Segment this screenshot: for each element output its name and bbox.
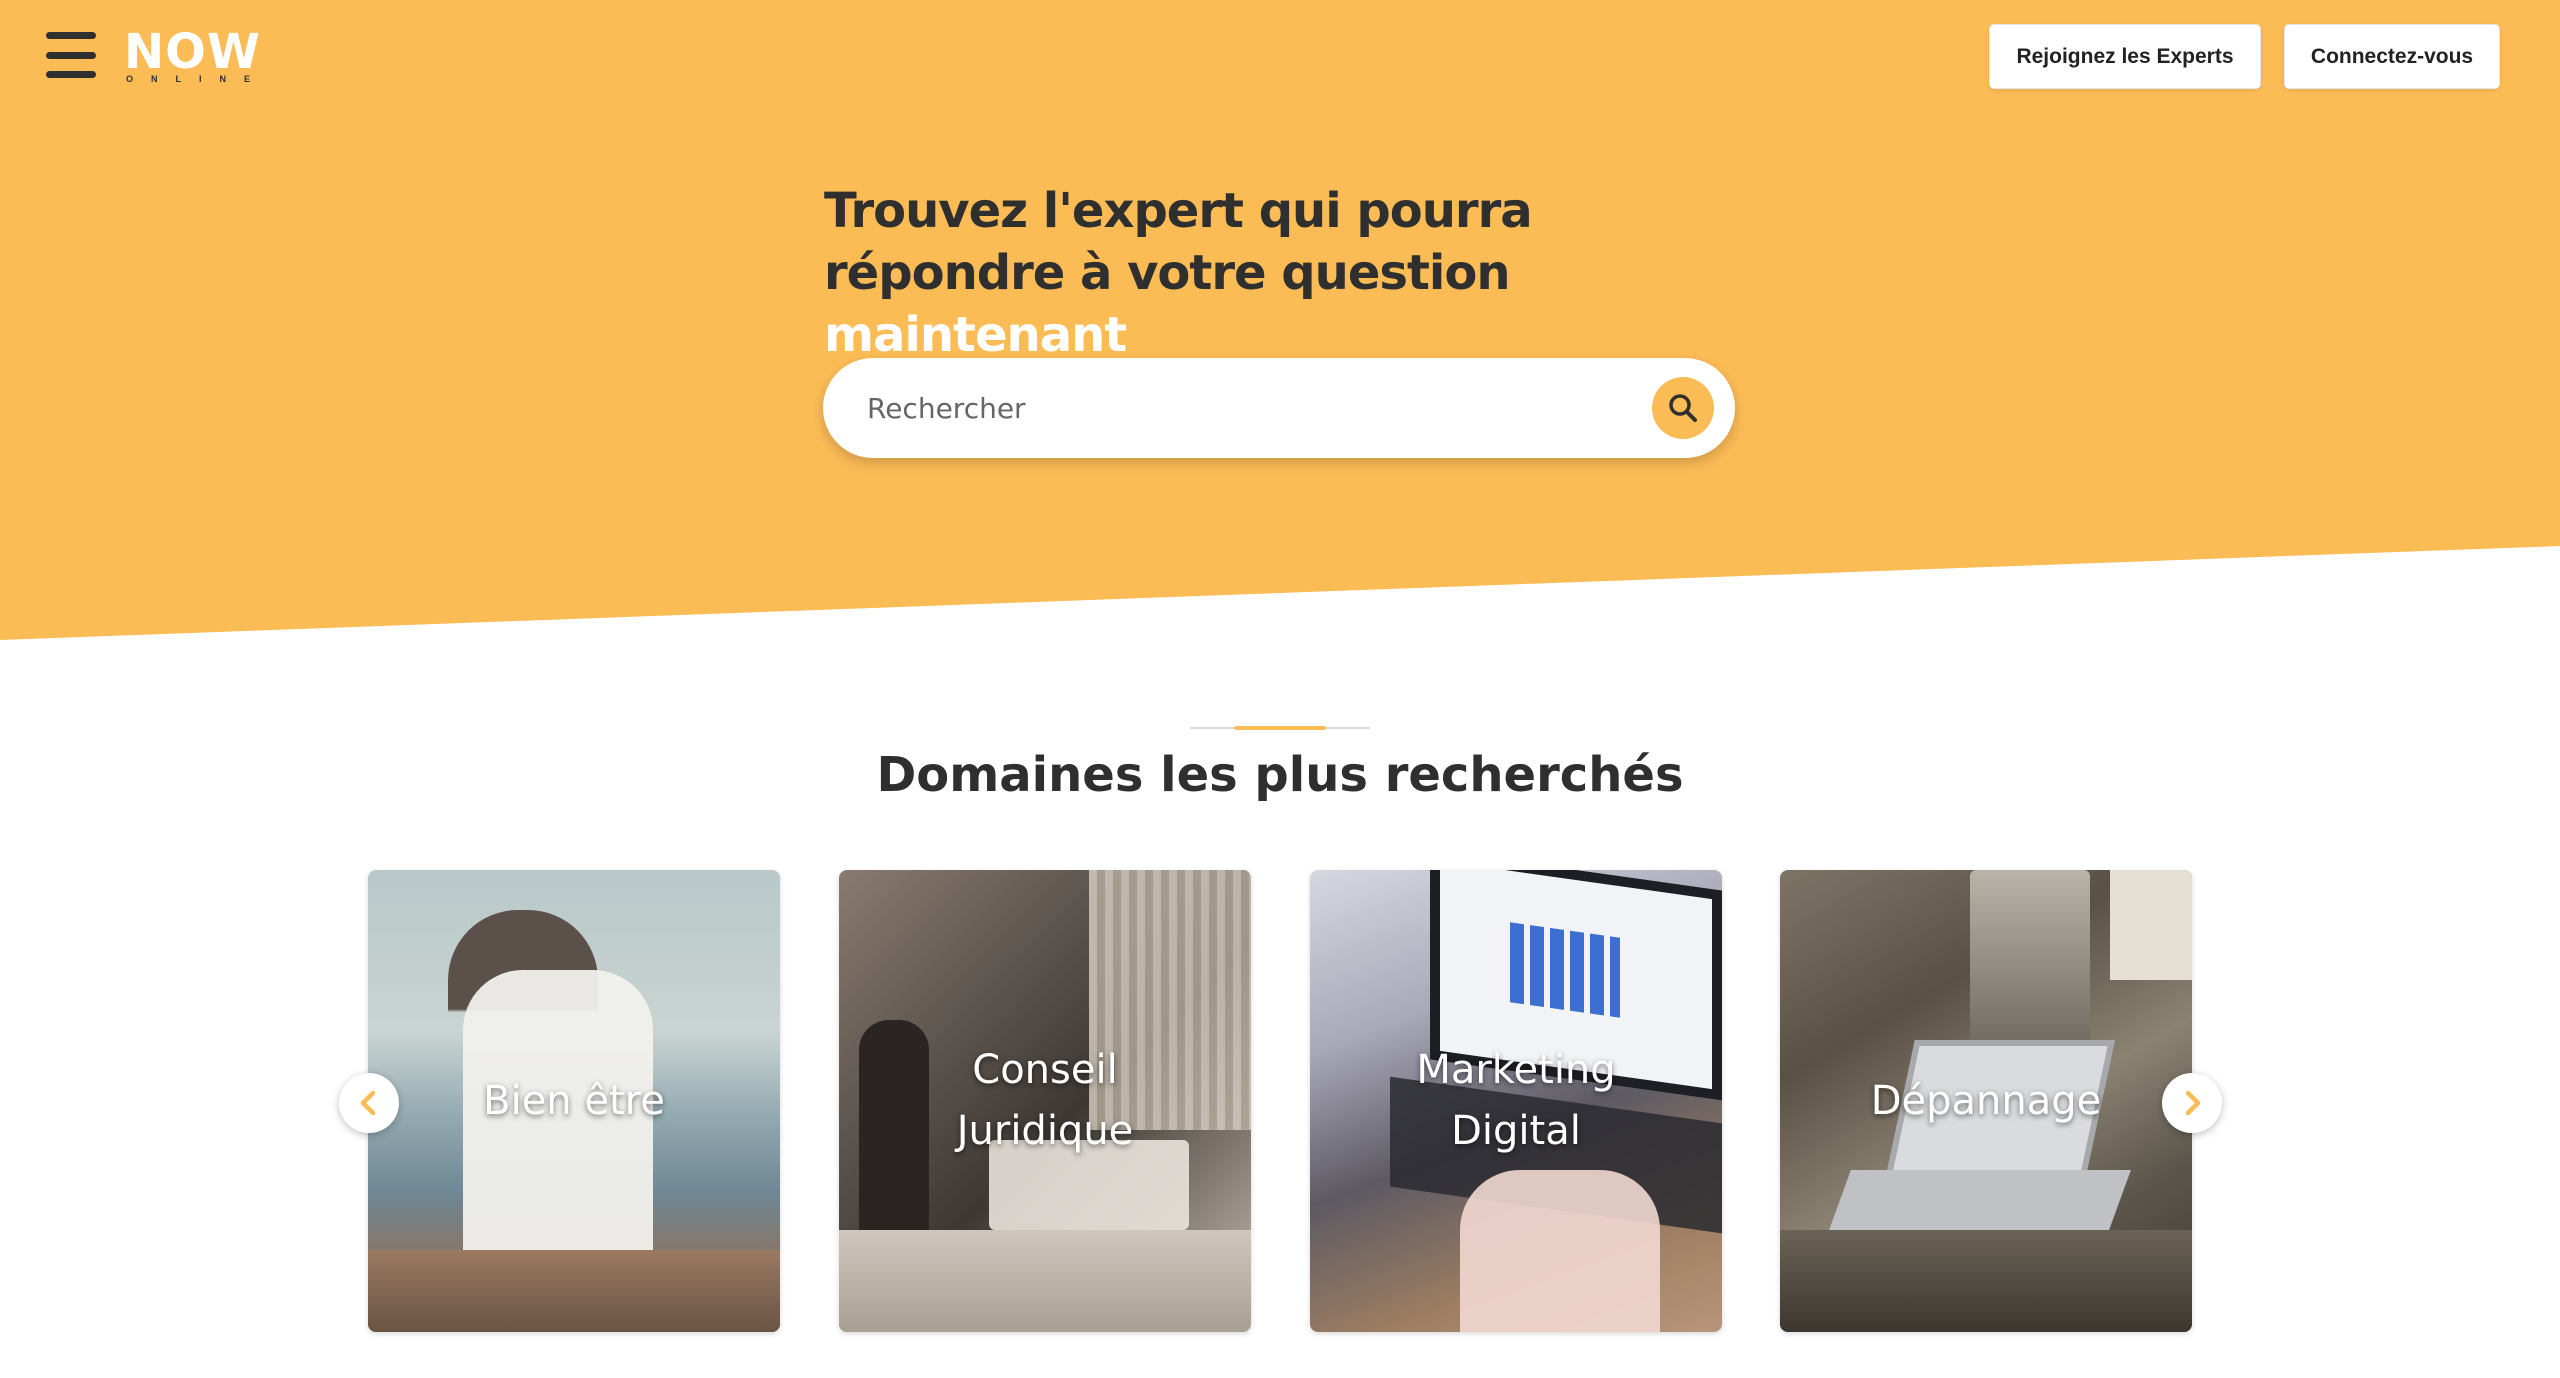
headline-highlight: maintenant <box>824 307 1127 363</box>
section-title: Domaines les plus recherchés <box>876 747 1684 803</box>
search-button[interactable] <box>1652 377 1714 439</box>
hamburger-menu-icon[interactable] <box>46 32 98 78</box>
section-divider-accent <box>1234 726 1326 730</box>
search-input[interactable] <box>867 380 1627 436</box>
category-card-marketing-digital[interactable]: Marketing Digital <box>1310 870 1722 1332</box>
headline-text: Trouvez l'expert qui pourra répondre à v… <box>824 183 1533 301</box>
join-experts-button[interactable]: Rejoignez les Experts <box>1989 24 2261 89</box>
carousel-prev-button[interactable] <box>339 1073 399 1133</box>
card-label: Conseil Juridique <box>956 1047 1134 1154</box>
hero-headline: Trouvez l'expert qui pourra répondre à v… <box>824 180 1784 366</box>
category-card-conseil-juridique[interactable]: Conseil Juridique <box>839 870 1251 1332</box>
category-card-bien-etre[interactable]: Bien être <box>368 870 780 1332</box>
category-card-depannage[interactable]: Dépannage <box>1780 870 2192 1332</box>
login-button[interactable]: Connectez-vous <box>2284 24 2500 89</box>
logo[interactable]: NOW ONLINE <box>124 26 274 86</box>
logo-word: NOW <box>124 24 261 80</box>
chevron-left-icon <box>360 1090 376 1116</box>
search-icon <box>1669 394 1697 422</box>
carousel-next-button[interactable] <box>2162 1073 2222 1133</box>
logo-subtitle: ONLINE <box>126 74 269 84</box>
page: NOW ONLINE Rejoignez les Experts Connect… <box>0 0 2560 1378</box>
card-label: Bien être <box>483 1077 665 1124</box>
search-bar <box>823 358 1735 458</box>
chevron-right-icon <box>2185 1090 2201 1116</box>
card-label: Dépannage <box>1870 1077 2102 1124</box>
card-label: Marketing Digital <box>1416 1047 1616 1154</box>
